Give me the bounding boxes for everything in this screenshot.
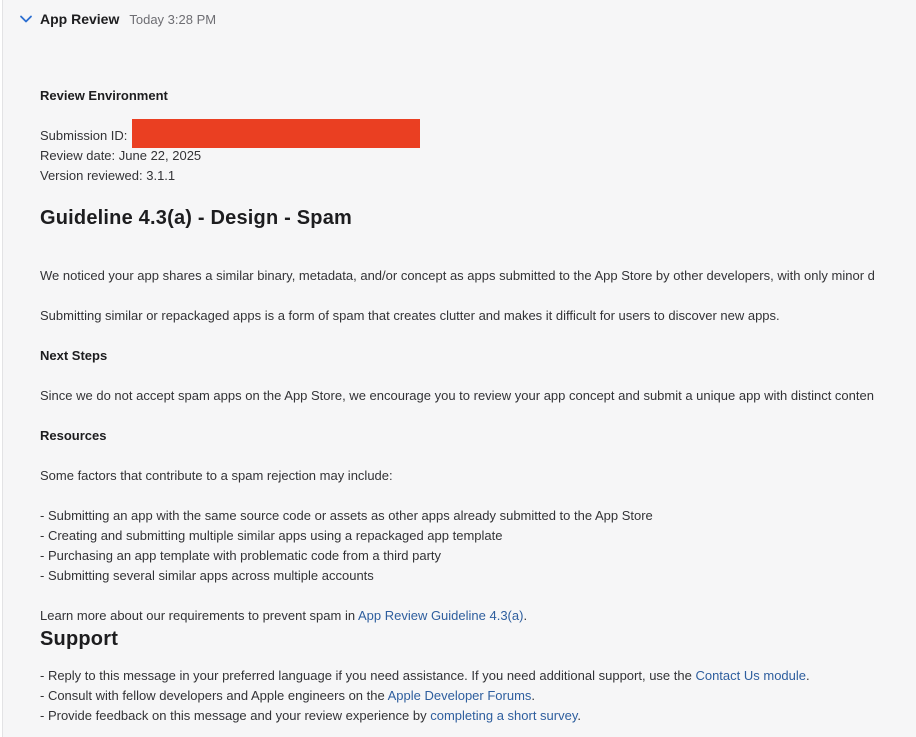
- submission-id-label: Submission ID:: [40, 128, 128, 143]
- guideline-paragraph-1: We noticed your app shares a similar bin…: [40, 268, 875, 283]
- support-item-3-period: .: [577, 708, 582, 723]
- support-heading: Support: [40, 628, 119, 650]
- list-item: - Creating and submitting multiple simil…: [40, 528, 503, 543]
- support-item-1-period: .: [806, 668, 810, 683]
- next-steps-heading: Next Steps: [40, 348, 108, 363]
- message-timestamp: Today 3:28 PM: [129, 11, 217, 27]
- learn-more-text: Learn more about our requirements to pre…: [40, 608, 358, 623]
- guideline-link[interactable]: App Review Guideline 4.3(a): [358, 608, 523, 623]
- support-item-2: - Consult with fellow developers and App…: [40, 686, 535, 706]
- support-item-2-period: .: [531, 688, 536, 703]
- contact-us-link[interactable]: Contact Us module: [695, 668, 806, 683]
- survey-link[interactable]: completing a short survey: [430, 708, 577, 723]
- support-item-3: - Provide feedback on this message and y…: [40, 706, 581, 726]
- list-item: - Submitting several similar apps across…: [40, 568, 374, 583]
- resources-heading: Resources: [40, 428, 107, 443]
- resources-intro: Some factors that contribute to a spam r…: [40, 468, 393, 483]
- support-item-1: - Reply to this message in your preferre…: [40, 666, 810, 686]
- developer-forums-link[interactable]: Apple Developer Forums: [388, 688, 532, 703]
- support-item-2-text: - Consult with fellow developers and App…: [40, 688, 388, 703]
- support-item-3-text: - Provide feedback on this message and y…: [40, 708, 431, 723]
- learn-more-line: Learn more about our requirements to pre…: [40, 606, 527, 626]
- review-environment-heading: Review Environment: [40, 88, 168, 103]
- guideline-paragraph-2: Submitting similar or repackaged apps is…: [40, 308, 780, 323]
- next-steps-text: Since we do not accept spam apps on the …: [40, 388, 874, 403]
- list-item: - Purchasing an app template with proble…: [40, 548, 442, 563]
- list-item: - Submitting an app with the same source…: [40, 508, 653, 523]
- message-panel: App Review Today 3:28 PM Review Environm…: [2, 0, 916, 737]
- redaction-block: [132, 119, 420, 148]
- support-item-1-text: - Reply to this message in your preferre…: [40, 668, 696, 683]
- guideline-title: Guideline 4.3(a) - Design - Spam: [40, 207, 353, 229]
- message-header[interactable]: App Review Today 3:28 PM: [19, 8, 216, 30]
- review-date: Review date: June 22, 2025: [40, 148, 202, 163]
- learn-more-period: .: [523, 608, 528, 623]
- message-sender: App Review: [40, 11, 120, 27]
- version-reviewed: Version reviewed: 3.1.1: [40, 168, 176, 183]
- chevron-down-icon[interactable]: [19, 12, 33, 26]
